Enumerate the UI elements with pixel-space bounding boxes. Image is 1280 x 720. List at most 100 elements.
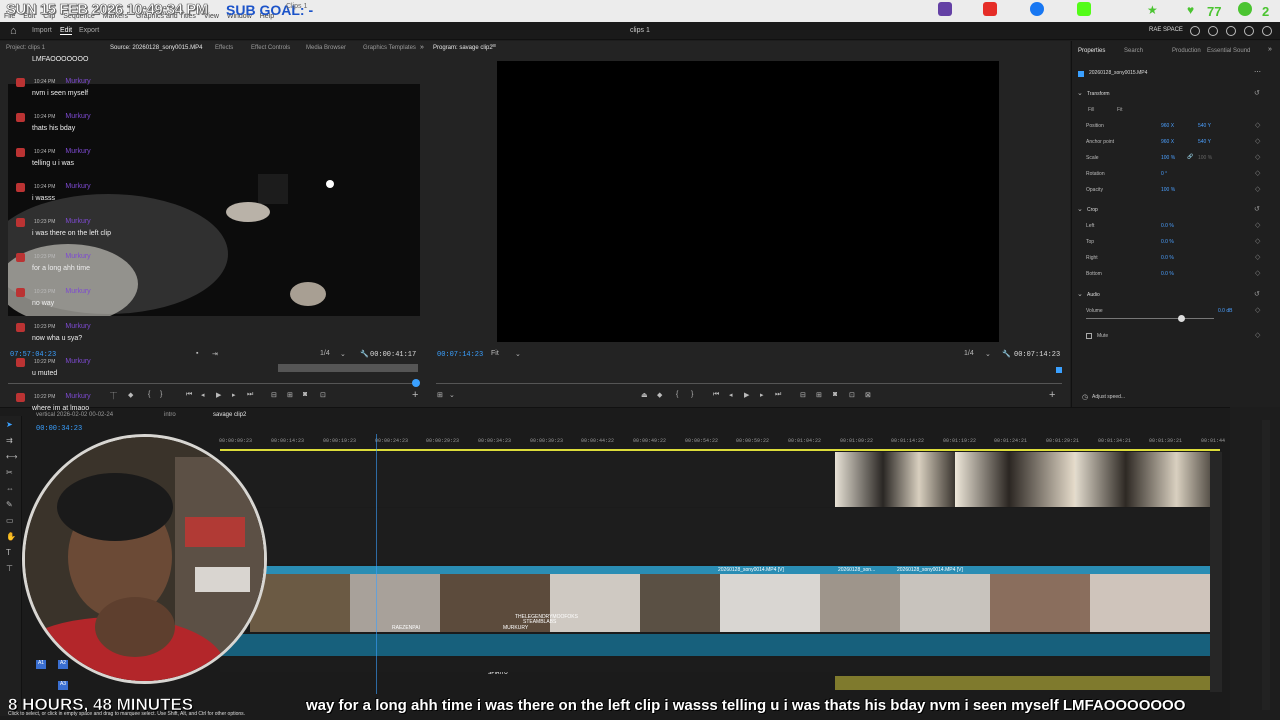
safe-margins-icon[interactable]: ⊞	[437, 391, 443, 399]
keyframe-icon[interactable]: ◇	[1255, 137, 1260, 145]
insert-button[interactable]: ⊟	[271, 391, 277, 399]
volume-value[interactable]: 0.0 dB	[1218, 308, 1232, 314]
anchor-y[interactable]: 540 Y	[1198, 139, 1211, 145]
export-frame-icon[interactable]: ⊡	[320, 391, 326, 399]
help-icon[interactable]	[1208, 26, 1218, 36]
workspace-name[interactable]: RAE SPACE	[1149, 27, 1183, 33]
chevron-down-icon[interactable]: ⌄	[340, 350, 346, 358]
keyframe-icon[interactable]: ◇	[1255, 269, 1260, 277]
panel-overflow-icon[interactable]: »	[1268, 46, 1272, 53]
video-track-2[interactable]	[220, 508, 1220, 564]
reset-icon[interactable]: ↺	[1254, 89, 1260, 97]
timeline-timecode[interactable]: 00:00:34:23	[36, 425, 82, 433]
keyframe-icon[interactable]: ◇	[1255, 153, 1260, 161]
anchor-x[interactable]: 960 X	[1161, 139, 1174, 145]
track-a3-toggle[interactable]: A3	[58, 681, 68, 690]
rectangle-icon[interactable]: ▭	[6, 516, 14, 525]
in-point-icon[interactable]: {	[676, 391, 678, 398]
source-settings-icon[interactable]: ▪	[196, 350, 198, 357]
frame-forward-icon[interactable]: ▸	[232, 391, 236, 399]
source-zoom-bar[interactable]	[278, 364, 418, 372]
lift-button[interactable]: ⊟	[800, 391, 806, 399]
seq-tab-savage-clip2[interactable]: savage clip2	[213, 412, 246, 418]
keyframe-icon[interactable]: ◇	[1255, 306, 1260, 314]
step-forward-icon[interactable]: ⏭	[247, 391, 253, 399]
source-insert-icon[interactable]: ⇥	[212, 350, 218, 358]
timeline-playhead[interactable]	[376, 434, 377, 694]
tab-export[interactable]: Export	[79, 27, 99, 34]
crop-bottom-value[interactable]: 0.0 %	[1161, 271, 1174, 277]
volume-slider[interactable]	[1086, 318, 1214, 319]
keyframe-icon[interactable]: ◇	[1255, 169, 1260, 177]
chevron-down-icon[interactable]: ⌄	[1077, 290, 1083, 298]
position-x[interactable]: 960 X	[1161, 123, 1174, 129]
fullscreen-icon[interactable]	[1262, 26, 1272, 36]
frame-back-icon[interactable]: ◂	[201, 391, 205, 399]
go-to-in-icon[interactable]: ⏮	[713, 391, 719, 399]
position-y[interactable]: 540 Y	[1198, 123, 1211, 129]
link-icon[interactable]: 🔗	[1187, 154, 1193, 160]
keyframe-icon[interactable]: ◇	[1255, 185, 1260, 193]
program-playhead-timecode[interactable]: 00:07:14:23	[437, 351, 483, 359]
slip-icon[interactable]: ⇔	[6, 484, 14, 493]
speed-icon[interactable]: ◷	[1082, 393, 1088, 401]
chevron-down-icon[interactable]: ⌄	[449, 391, 455, 399]
out-point-icon[interactable]: }	[691, 391, 693, 398]
go-to-out-icon[interactable]: }	[160, 391, 162, 398]
adjust-speed-link[interactable]: Adjust speed...	[1092, 394, 1125, 400]
comparison-icon[interactable]: ⊡	[849, 391, 855, 399]
tab-media-browser[interactable]: Media Browser	[306, 45, 346, 51]
track-scrollbar[interactable]	[1210, 452, 1222, 692]
reset-icon[interactable]: ↺	[1254, 205, 1260, 213]
pen-icon[interactable]: ✎	[6, 500, 13, 509]
fit-select[interactable]: Fit	[491, 350, 499, 357]
vr-icon[interactable]: ⊠	[865, 391, 871, 399]
crop-top-value[interactable]: 0.0 %	[1161, 239, 1174, 245]
program-zoom-select[interactable]: 1/4	[964, 350, 974, 357]
tab-essential-sound[interactable]: Essential Sound	[1207, 48, 1250, 54]
caption-icon[interactable]: ⊤	[6, 564, 13, 573]
wrench-icon[interactable]: 🔧	[1002, 350, 1011, 358]
volume-slider-handle[interactable]	[1178, 315, 1185, 322]
scale-value[interactable]: 100 %	[1161, 155, 1175, 161]
reset-icon[interactable]: ↺	[1254, 290, 1260, 298]
keyframe-icon[interactable]: ◇	[1255, 121, 1260, 129]
program-play-button[interactable]: ▶	[744, 391, 749, 399]
notifications-icon[interactable]	[1244, 26, 1254, 36]
audio-track-1[interactable]	[220, 634, 1220, 656]
tab-program[interactable]: Program: savage clip2	[433, 45, 493, 51]
tab-search[interactable]: Search	[1124, 48, 1143, 54]
source-playhead[interactable]	[412, 379, 420, 387]
keyframe-icon[interactable]: ◇	[1255, 253, 1260, 261]
audio-section[interactable]: Audio	[1087, 292, 1100, 298]
track-a2-toggle[interactable]: A2	[58, 660, 68, 669]
source-play-button[interactable]: ▶	[216, 391, 221, 399]
opacity-value[interactable]: 100 %	[1161, 187, 1175, 193]
source-zoom-select[interactable]: 1/4	[320, 350, 330, 357]
lift-icon[interactable]: ⏏	[641, 391, 648, 399]
frame-forward-icon[interactable]: ▸	[760, 391, 764, 399]
type-tool-icon[interactable]: T	[6, 548, 11, 557]
home-icon[interactable]: ⌂	[10, 25, 17, 37]
wrench-icon[interactable]: 🔧	[360, 350, 369, 358]
fit-button[interactable]: Fit	[1117, 107, 1123, 113]
source-add-button[interactable]: +	[412, 389, 418, 401]
more-icon[interactable]: ⋯	[1254, 68, 1261, 76]
menu-icon[interactable]: ≡	[492, 43, 496, 50]
frame-back-icon[interactable]: ◂	[729, 391, 733, 399]
clip-thumbnail[interactable]	[1075, 452, 1220, 507]
tab-effect-controls[interactable]: Effect Controls	[251, 45, 290, 51]
crop-left-value[interactable]: 0.0 %	[1161, 223, 1174, 229]
camera-icon[interactable]: ◙	[833, 391, 837, 398]
step-back-icon[interactable]: ⏮	[186, 391, 192, 399]
razor-icon[interactable]: ✂	[6, 468, 13, 477]
panel-overflow-icon[interactable]: »	[420, 44, 424, 51]
hand-icon[interactable]: ✋	[6, 532, 16, 541]
tab-production[interactable]: Production	[1172, 48, 1201, 54]
track-select-icon[interactable]: ⇉	[6, 436, 13, 445]
chevron-down-icon[interactable]: ⌄	[1077, 89, 1083, 97]
chevron-down-icon[interactable]: ⌄	[985, 350, 991, 358]
clip-thumbnail[interactable]	[955, 452, 1075, 507]
program-playhead[interactable]	[1056, 367, 1062, 373]
tab-effects[interactable]: Effects	[215, 45, 233, 51]
